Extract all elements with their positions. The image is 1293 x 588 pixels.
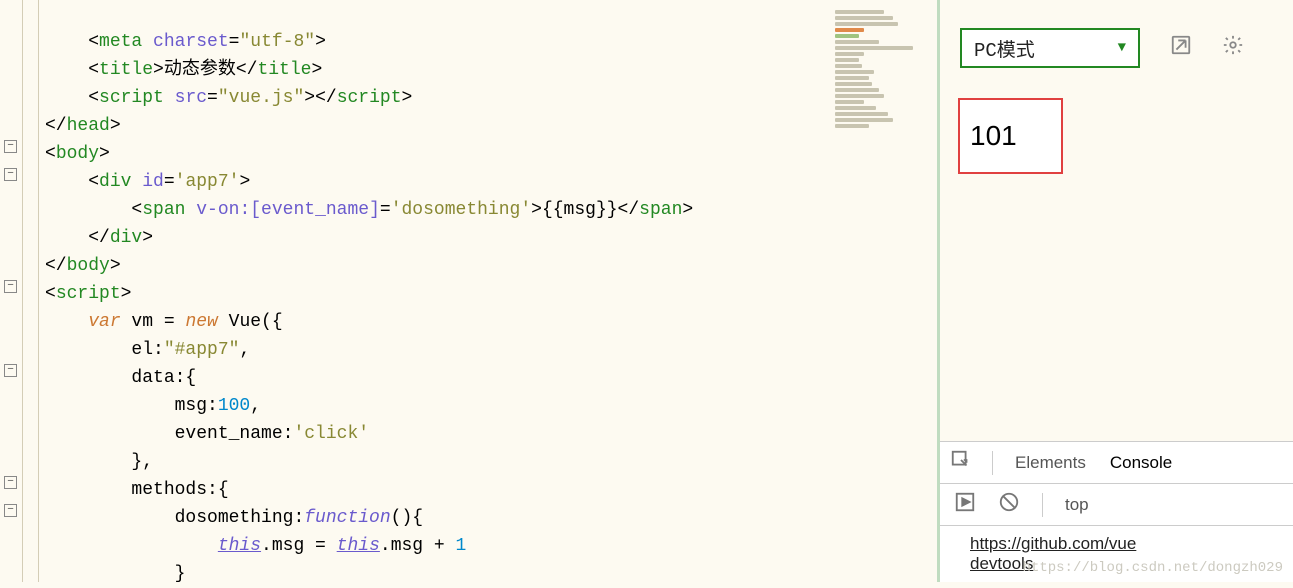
clear-icon[interactable]	[998, 491, 1020, 518]
output-value: 101	[970, 120, 1017, 152]
fold-toggle[interactable]: −	[4, 140, 17, 153]
mode-dropdown[interactable]: PC模式 ▼	[960, 28, 1140, 68]
inspect-icon[interactable]	[950, 449, 972, 476]
dropdown-label: PC模式	[974, 35, 1035, 62]
watermark: https://blog.csdn.net/dongzh029	[1023, 560, 1283, 576]
devtools-tabs: Elements Console	[940, 442, 1293, 484]
play-icon[interactable]	[954, 491, 976, 518]
tab-console[interactable]: Console	[1108, 445, 1174, 481]
gear-icon[interactable]	[1222, 34, 1244, 63]
minimap[interactable]	[830, 0, 940, 582]
fold-toggle[interactable]: −	[4, 504, 17, 517]
chevron-down-icon: ▼	[1118, 40, 1126, 56]
context-selector[interactable]: top	[1065, 495, 1089, 515]
console-toolbar: top	[940, 484, 1293, 526]
preview-panel: PC模式 ▼ 101 Elements Console	[940, 0, 1293, 582]
fold-toggle[interactable]: −	[4, 364, 17, 377]
code-content[interactable]: <meta charset="utf-8"> <title>动态参数</titl…	[45, 28, 693, 588]
preview-toolbar: PC模式 ▼	[940, 0, 1293, 68]
output-box[interactable]: 101	[958, 98, 1063, 174]
editor-gutter: − − − − − −	[0, 0, 40, 582]
fold-toggle[interactable]: −	[4, 280, 17, 293]
external-link-icon[interactable]	[1170, 34, 1192, 63]
console-link[interactable]: https://github.com/vue	[970, 534, 1136, 553]
fold-toggle[interactable]: −	[4, 168, 17, 181]
code-editor[interactable]: −−−−−− <meta charset="utf-8"> <title>动态参…	[0, 0, 830, 582]
tab-elements[interactable]: Elements	[1013, 445, 1088, 481]
fold-toggle[interactable]: −	[4, 476, 17, 489]
